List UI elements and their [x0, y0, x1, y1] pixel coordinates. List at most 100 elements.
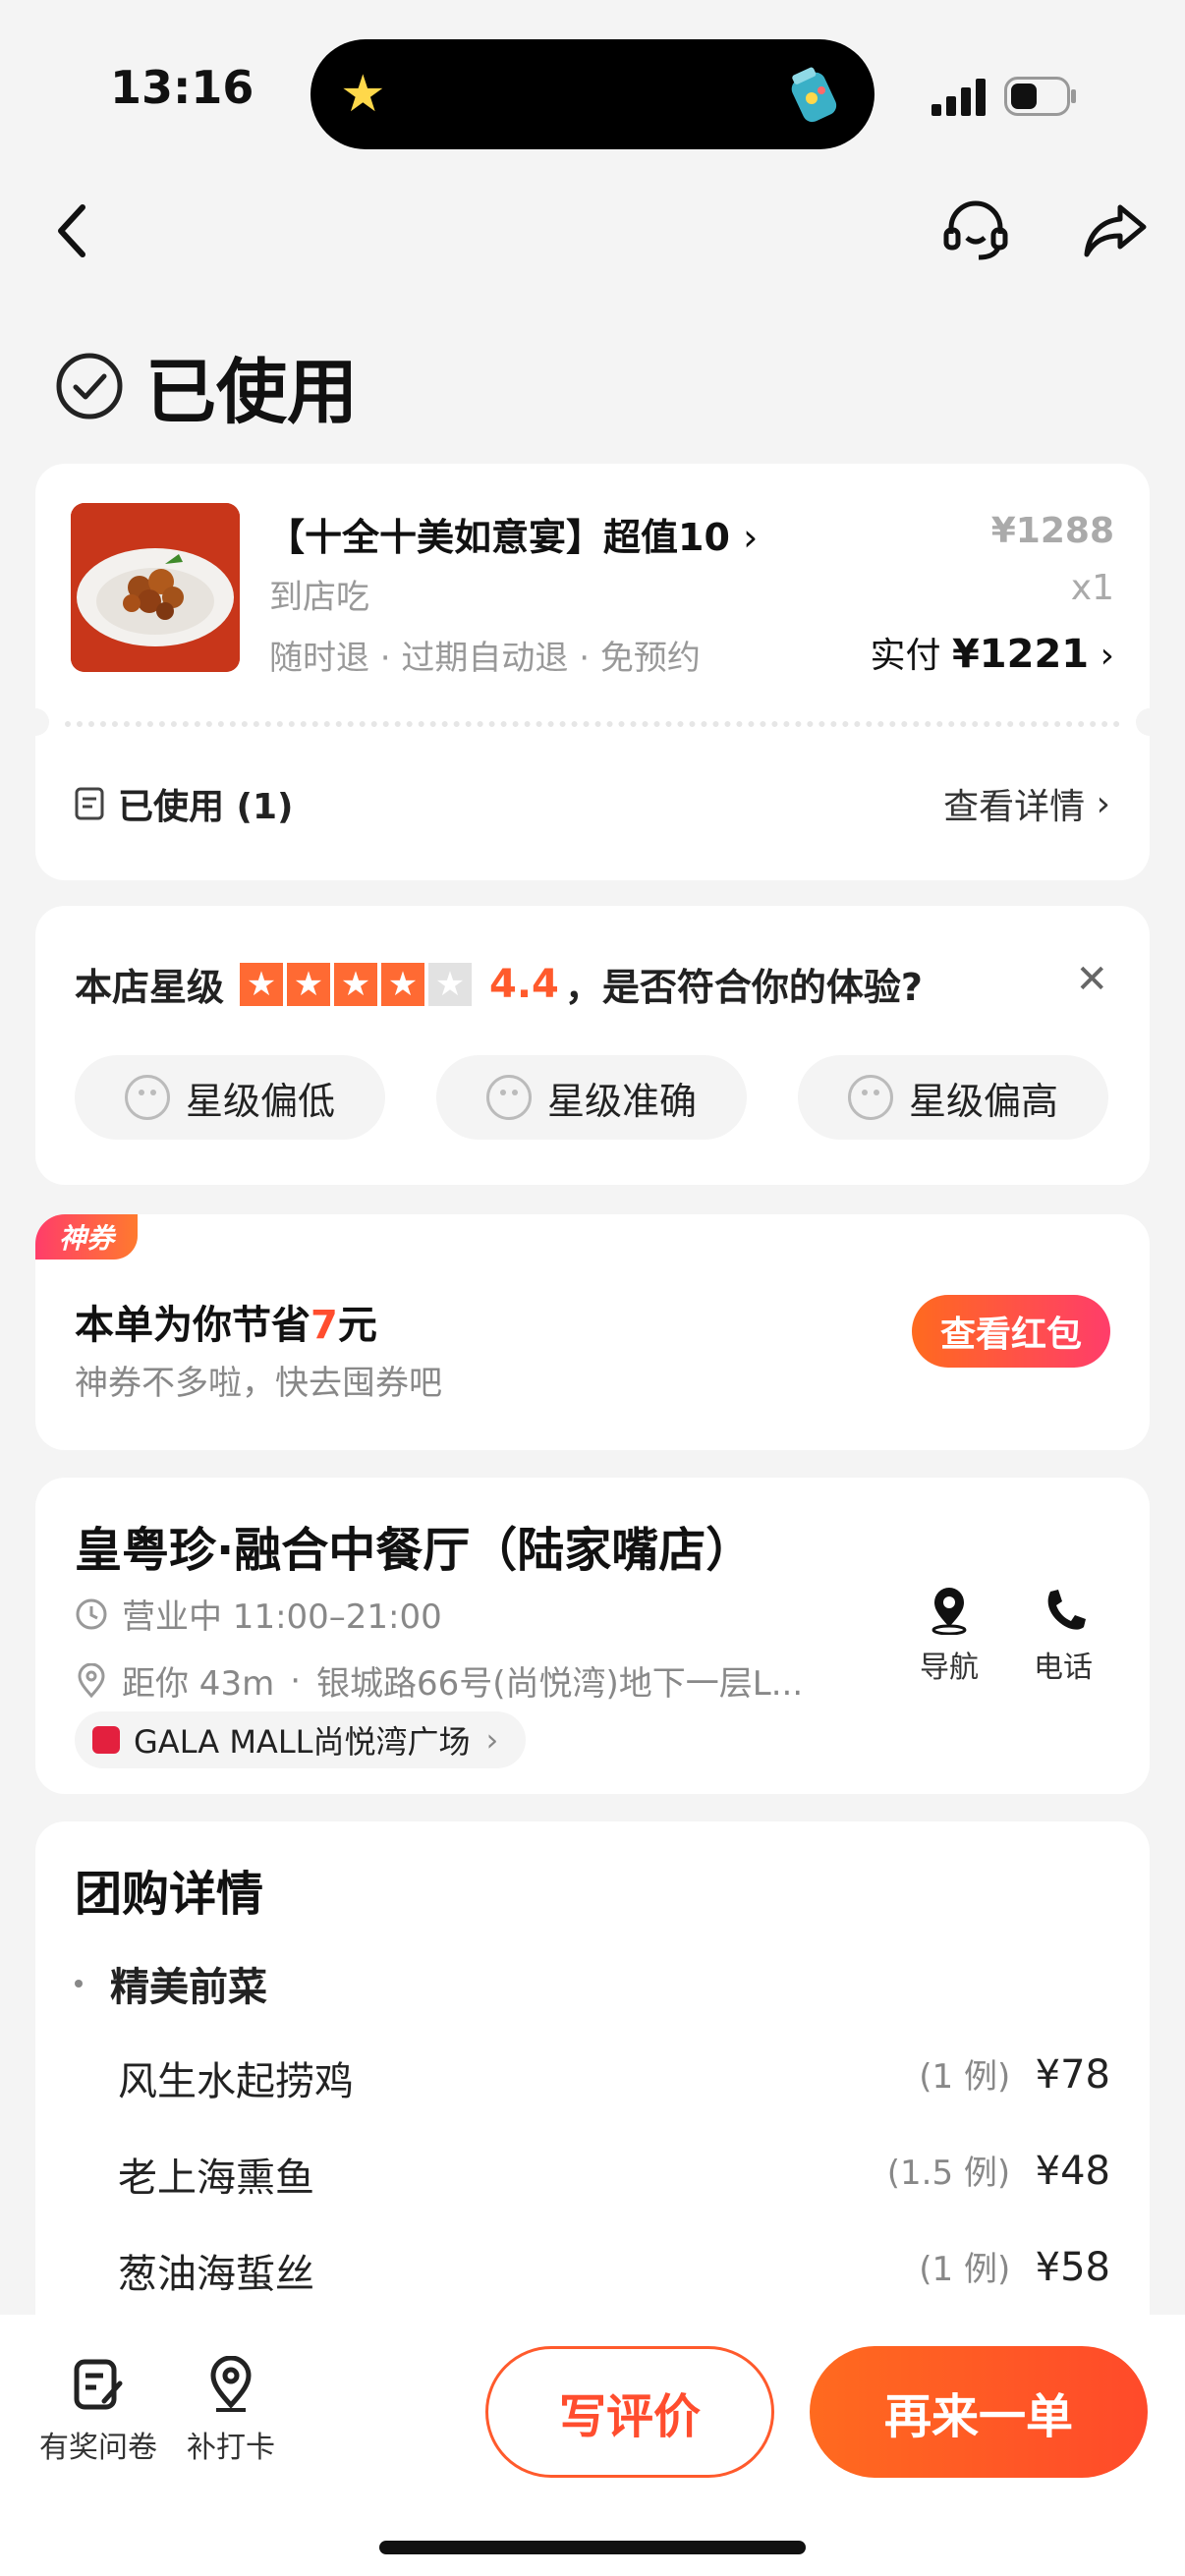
menu-item-qty: (1.5 例) [886, 2154, 1011, 2193]
deal-title-link[interactable]: 【十全十美如意宴】超值10 › [267, 507, 758, 561]
group-buy-title: 团购详情 [75, 1867, 264, 1922]
customer-service-button[interactable] [939, 196, 1012, 265]
store-name[interactable]: 皇粤珍·融合中餐厅（陆家嘴店） [75, 1511, 753, 1580]
original-price: ¥1288 [990, 511, 1114, 551]
close-button[interactable]: ✕ [1075, 957, 1108, 1002]
clock-icon [76, 1598, 107, 1629]
battery-icon [1004, 77, 1076, 116]
view-details-link[interactable]: 查看详情 › [943, 778, 1110, 829]
jar-icon [791, 67, 837, 123]
store-info-card: 皇粤珍·融合中餐厅（陆家嘴店） 营业中 11:00–21:00 距你 43m ·… [35, 1478, 1150, 1794]
savings-suffix: 元 [337, 1303, 377, 1348]
back-button[interactable] [43, 196, 102, 265]
menu-item-price: ¥78 [1035, 2052, 1110, 2098]
bullet-dot [75, 1980, 83, 1988]
chevron-left-icon [58, 204, 85, 257]
rating-too-high-button[interactable]: 星级偏高 [798, 1055, 1108, 1140]
option-label: 星级准确 [546, 1079, 697, 1123]
view-red-packet-button[interactable]: 查看红包 [912, 1295, 1110, 1368]
section-label: 精美前菜 [110, 1965, 267, 2010]
call-button[interactable]: 电话 [1014, 1586, 1112, 1686]
star-rating: ★ ★ ★ ★ ★ [240, 962, 476, 1006]
store-address: 银城路66号(尚悦湾)地下一层L... [316, 1664, 804, 1704]
rating-row: 本店星级 ★ ★ ★ ★ ★ 4.4 ，是否符合你的体验? [75, 957, 923, 1011]
share-button[interactable] [1079, 196, 1152, 265]
order-status-header: 已使用 [55, 334, 358, 437]
home-indicator[interactable] [379, 2541, 806, 2554]
share-icon [1084, 204, 1147, 257]
quantity: x1 [1070, 568, 1114, 608]
location-pin-icon [78, 1662, 105, 1698]
headset-icon [943, 200, 1008, 260]
savings-amount: 7 [310, 1303, 338, 1348]
star-icon: ★ [334, 962, 378, 1006]
rating-label: 本店星级 [75, 966, 225, 1009]
navigate-button[interactable]: 导航 [900, 1586, 998, 1686]
star-icon: ★ [381, 962, 425, 1006]
order-card: 【十全十美如意宴】超值10 › 到店吃 随时退 · 过期自动退 · 免预约 ¥1… [22, 464, 1163, 880]
menu-item-price-row: (1 例) ¥78 [919, 2049, 1110, 2098]
star-icon: ★ [240, 962, 284, 1006]
paid-amount-link[interactable]: 实付 ¥1221 › [871, 627, 1115, 678]
star-icon: ★ [287, 962, 331, 1006]
dish-image[interactable] [71, 503, 240, 672]
checkin-button[interactable]: 补打卡 [177, 2356, 285, 2466]
ticket-notch-left [22, 708, 49, 736]
menu-item-name: 风生水起捞鸡 [118, 2059, 354, 2104]
order-status-title: 已使用 [145, 351, 359, 433]
chevron-right-icon: › [743, 516, 759, 559]
chevron-right-icon: › [1100, 636, 1114, 676]
call-label: 电话 [1034, 1651, 1093, 1685]
ticket-notch-right [1136, 708, 1163, 736]
checkin-label: 补打卡 [187, 2431, 275, 2465]
menu-item-qty: (1 例) [919, 2057, 1011, 2097]
survey-button[interactable]: 有奖问卷 [29, 2356, 167, 2466]
menu-item-price-row: (1 例) ¥58 [919, 2242, 1110, 2290]
location-pin-icon [210, 2356, 252, 2412]
chevron-right-icon: › [1096, 783, 1110, 824]
edit-document-icon [74, 2359, 123, 2410]
deal-tags: 随时退 · 过期自动退 · 免预约 [269, 639, 701, 678]
navigation-icon [931, 1588, 967, 1635]
savings-prefix: 本单为你节省 [75, 1303, 310, 1348]
survey-label: 有奖问卷 [39, 2431, 157, 2465]
navigate-label: 导航 [920, 1651, 979, 1685]
menu-item-price: ¥58 [1035, 2245, 1110, 2290]
savings-title: 本单为你节省7元 [75, 1293, 377, 1350]
rating-accurate-button[interactable]: 星级准确 [436, 1055, 747, 1140]
menu-item-price-row: (1.5 例) ¥48 [887, 2146, 1110, 2194]
rating-question: ，是否符合你的体验? [564, 966, 923, 1009]
paid-amount: ¥1221 [951, 632, 1090, 677]
menu-item-qty: (1 例) [919, 2250, 1011, 2289]
dotted-divider [65, 721, 1120, 727]
receipt-icon [75, 787, 104, 820]
store-address-row[interactable]: 距你 43m · 银城路66号(尚悦湾)地下一层L... [75, 1656, 920, 1705]
used-count-row: 已使用 (1) [73, 778, 294, 829]
group-buy-details-card: 团购详情 精美前菜 风生水起捞鸡 (1 例) ¥78 老上海熏鱼 (1.5 例)… [35, 1821, 1150, 2352]
separator-dot: · [290, 1660, 302, 1701]
paid-label: 实付 [870, 636, 941, 676]
rating-too-low-button[interactable]: 星级偏低 [75, 1055, 385, 1140]
reorder-button[interactable]: 再来一单 [810, 2346, 1148, 2478]
star-icon: ★ [428, 962, 473, 1006]
option-label: 星级偏高 [908, 1079, 1058, 1123]
write-review-button[interactable]: 写评价 [485, 2346, 774, 2478]
menu-item-name: 葱油海蜇丝 [118, 2252, 314, 2297]
menu-item-name: 老上海熏鱼 [118, 2156, 314, 2201]
store-distance: 距你 43m [122, 1664, 275, 1704]
mall-tag[interactable]: GALA MALL尚悦湾广场 › [75, 1711, 527, 1768]
close-icon: ✕ [1075, 957, 1108, 1002]
check-circle-icon [56, 353, 123, 419]
face-icon [485, 1075, 532, 1120]
store-hours: 营业中 11:00–21:00 [122, 1597, 442, 1637]
deal-title: 【十全十美如意宴】超值10 [267, 516, 730, 559]
chevron-right-icon: › [485, 1721, 499, 1759]
star-icon: ★ [340, 65, 386, 124]
coupon-savings-card: 神券 本单为你节省7元 神券不多啦，快去囤券吧 查看红包 [35, 1214, 1150, 1450]
deal-type: 到店吃 [269, 578, 369, 617]
dish-photo [71, 503, 240, 672]
status-time: 13:16 [110, 61, 254, 114]
mall-icon [92, 1726, 120, 1754]
face-icon [124, 1075, 170, 1120]
savings-subtitle: 神券不多啦，快去囤券吧 [75, 1364, 442, 1403]
